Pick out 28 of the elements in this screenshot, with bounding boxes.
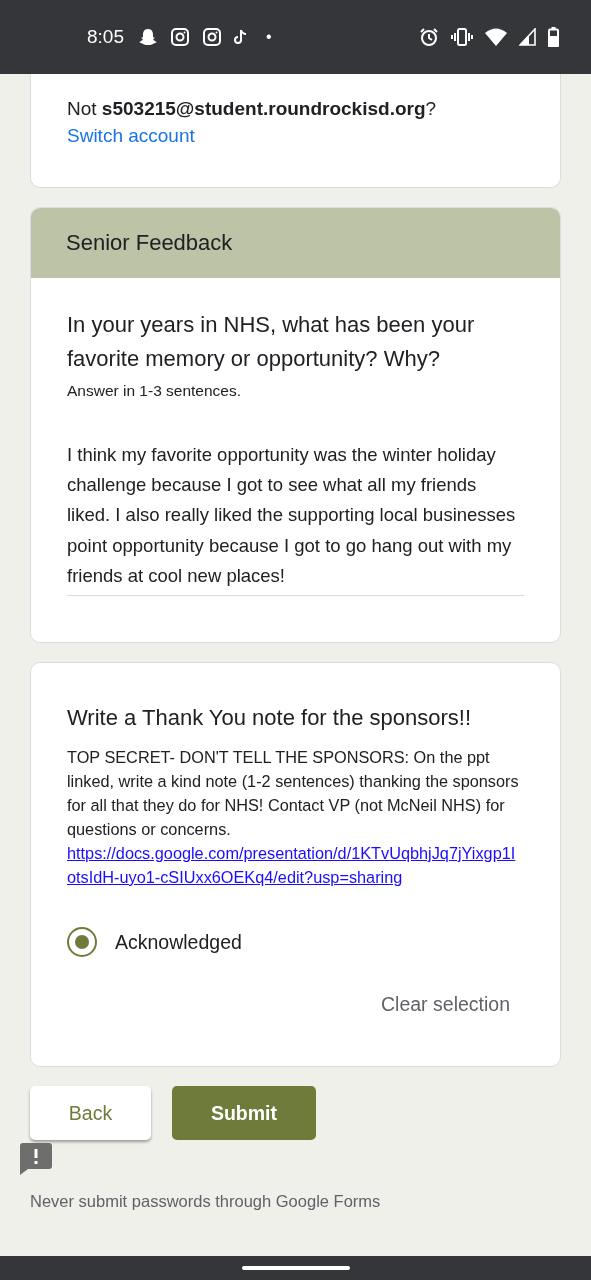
option-label: Acknowledged bbox=[115, 930, 242, 954]
answer-field[interactable]: I think my favorite opportunity was the winter holiday challenge because I got to see what all my friends liked. I also really liked the supporting local businesses point opportunity because I got to go hang out with my friends at cool new places! bbox=[67, 440, 524, 596]
notification-dot: • bbox=[266, 28, 272, 46]
camera-icon bbox=[202, 27, 222, 47]
wifi-icon bbox=[485, 28, 507, 46]
vibrate-icon bbox=[451, 27, 473, 47]
switch-account-link[interactable]: Switch account bbox=[67, 125, 195, 147]
signal-icon bbox=[519, 28, 536, 46]
account-notice: Not s503215@student.roundrockisd.org? bbox=[67, 98, 438, 120]
battery-icon bbox=[548, 27, 559, 47]
home-handle[interactable] bbox=[241, 1266, 350, 1270]
music-note-icon bbox=[234, 29, 248, 45]
alarm-icon bbox=[419, 27, 439, 47]
back-button[interactable]: Back bbox=[30, 1086, 151, 1140]
question-title: In your years in NHS, what has been your favorite memory or opportunity? Why? bbox=[67, 311, 476, 373]
question-title: Write a Thank You note for the sponsors!! bbox=[67, 704, 472, 732]
clock-time: 8:05 bbox=[87, 26, 124, 48]
section-header: Senior Feedback bbox=[31, 208, 560, 278]
clear-selection-button[interactable]: Clear selection bbox=[381, 993, 510, 1016]
camera-icon bbox=[170, 27, 190, 47]
feedback-icon[interactable] bbox=[20, 1143, 52, 1175]
radio-button[interactable] bbox=[67, 927, 97, 957]
presentation-link[interactable]: https://docs.google.com/presentation/d/1KTvUqbhjJq7jYixgp1IotsIdH-uyo1-cSIUxx6OEKq4/edit?usp=sharing bbox=[67, 841, 519, 889]
ghost-icon bbox=[138, 27, 158, 47]
submit-button[interactable]: Submit bbox=[172, 1086, 316, 1140]
question-description: TOP SECRET- DON'T TELL THE SPONSORS: On the ppt linked, write a kind note (1-2 sentences) thanking the sponsors for all that they do for NHS! Contact VP (not McNeil NHS) for questions or concerns. bbox=[67, 747, 520, 840]
question-description: Answer in 1-3 sentences. bbox=[67, 382, 243, 400]
password-warning: Never submit passwords through Google Forms bbox=[30, 1192, 381, 1211]
